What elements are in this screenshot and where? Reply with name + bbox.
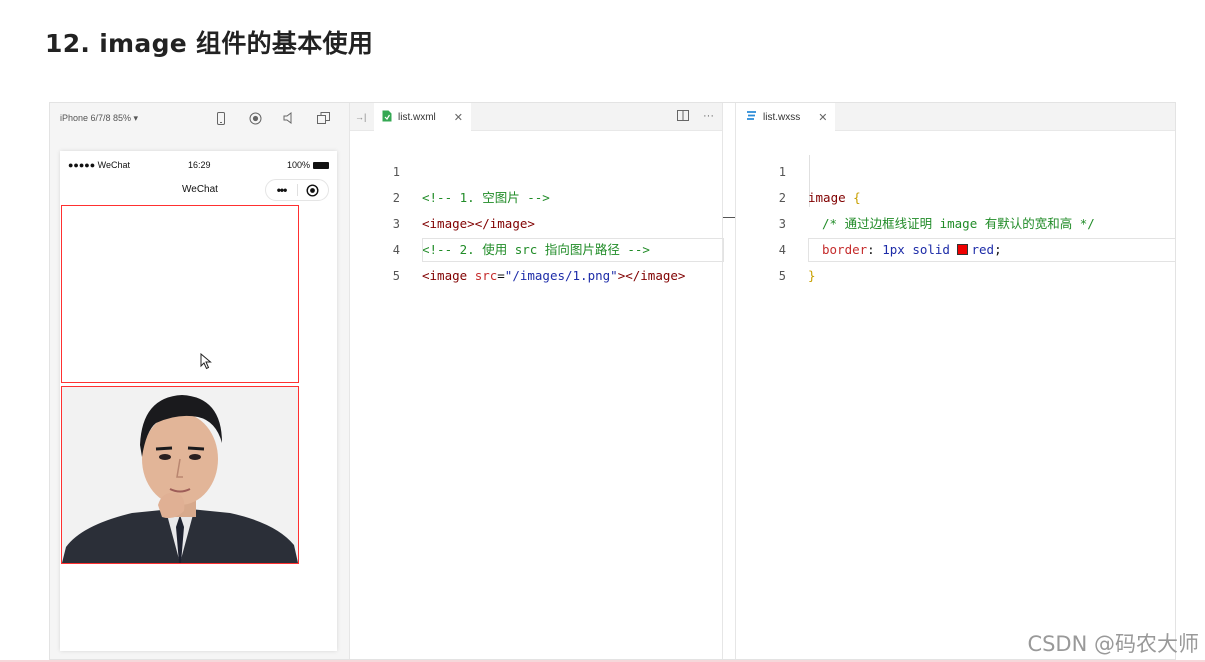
code-string: "/images/1.png" bbox=[504, 268, 618, 283]
wxml-editor: →| list.wxml ✕ ··· 1 <!-- 1. 空图片 --> 2 <… bbox=[350, 103, 724, 659]
menu-capsule: ••• bbox=[265, 179, 329, 201]
code-line[interactable]: 5 bbox=[736, 237, 1175, 283]
wxss-tab-bar: list.wxss ✕ bbox=[736, 103, 1175, 131]
phone-icon[interactable] bbox=[214, 111, 228, 125]
close-tab-icon[interactable]: ✕ bbox=[454, 111, 463, 124]
wxml-file-icon bbox=[382, 110, 392, 125]
code-tag: <image bbox=[422, 268, 475, 283]
slide-title: 12. image 组件的基本使用 bbox=[45, 29, 374, 58]
code-line: 4 <image src="/images/1.png"></image> bbox=[350, 211, 722, 283]
line-number: 5 bbox=[392, 269, 400, 283]
battery-indicator: 100% bbox=[287, 160, 329, 170]
simulator-toolbar: iPhone 6/7/8 85% ▾ bbox=[50, 103, 350, 133]
close-tab-icon[interactable]: ✕ bbox=[818, 111, 827, 124]
carrier-label: ●●●●● WeChat bbox=[68, 160, 131, 170]
nav-title: WeChat bbox=[182, 184, 218, 195]
code-line[interactable]: 5 bbox=[350, 237, 724, 283]
more-menu-button[interactable]: ••• bbox=[266, 183, 297, 197]
battery-icon bbox=[313, 161, 329, 169]
code-line: 1 image { bbox=[736, 133, 1175, 205]
collapse-sidebar-icon[interactable]: →| bbox=[355, 112, 366, 122]
current-line-highlight[interactable] bbox=[422, 238, 724, 262]
phone-screen: ●●●●● WeChat 16:29 100% WeChat ••• bbox=[60, 151, 337, 651]
code-line: 4 } bbox=[736, 211, 1175, 283]
tab-label: list.wxss bbox=[763, 111, 801, 123]
simulator-pane: iPhone 6/7/8 85% ▾ ●●●●● WeChat 16:29 10… bbox=[50, 103, 350, 659]
code-tag: ></image> bbox=[617, 268, 686, 283]
wxss-code: 1 image { 2 /* 通过边框线证明 image 有默认的宽和高 */ … bbox=[736, 133, 1175, 283]
tab-list-wxss[interactable]: list.wxss ✕ bbox=[736, 103, 836, 131]
wxss-editor: list.wxss ✕ 1 image { 2 /* 通过边框线证明 image… bbox=[735, 103, 1175, 659]
code-line: 1 <!-- 1. 空图片 --> bbox=[350, 133, 722, 205]
current-line-highlight[interactable] bbox=[808, 238, 1175, 262]
detach-window-icon[interactable] bbox=[316, 111, 330, 125]
code-line: 3 <!-- 2. 使用 src 指向图片路径 --> bbox=[350, 185, 722, 257]
split-editor-icon[interactable] bbox=[677, 110, 689, 124]
code-attribute: src bbox=[474, 268, 498, 283]
record-icon[interactable] bbox=[248, 111, 262, 125]
navigation-bar: WeChat ••• bbox=[60, 175, 337, 203]
close-miniprogram-button[interactable] bbox=[298, 183, 328, 197]
speaker-icon[interactable] bbox=[282, 111, 296, 125]
wxss-file-icon bbox=[746, 110, 757, 124]
css-brace: } bbox=[808, 268, 816, 283]
wxml-tab-bar: →| list.wxml ✕ ··· bbox=[350, 103, 722, 131]
device-selector[interactable]: iPhone 6/7/8 85% ▾ bbox=[60, 113, 138, 124]
code-line: 3 border: 1px solid red; bbox=[736, 185, 1175, 257]
code-equals: = bbox=[497, 268, 505, 283]
watermark: CSDN @码农大师 bbox=[1027, 632, 1199, 656]
portrait-photo bbox=[62, 387, 298, 563]
code-line: 2 /* 通过边框线证明 image 有默认的宽和高 */ bbox=[736, 159, 1175, 231]
tab-list-wxml[interactable]: list.wxml ✕ bbox=[374, 103, 471, 131]
battery-percent: 100% bbox=[286, 160, 310, 170]
ide-window: iPhone 6/7/8 85% ▾ ●●●●● WeChat 16:29 10… bbox=[49, 102, 1176, 660]
portrait-image-element bbox=[61, 386, 299, 564]
status-bar: ●●●●● WeChat 16:29 100% bbox=[60, 151, 337, 175]
line-number: 5 bbox=[778, 269, 786, 283]
pane-splitter[interactable] bbox=[723, 217, 735, 218]
tab-label: list.wxml bbox=[398, 111, 436, 123]
editor-actions: ··· bbox=[677, 110, 714, 124]
mouse-cursor-icon bbox=[200, 352, 212, 375]
code-line: 2 <image></image> bbox=[350, 159, 722, 231]
empty-image-element bbox=[61, 205, 299, 383]
wxml-code: 1 <!-- 1. 空图片 --> 2 <image></image> 3 <!… bbox=[350, 133, 724, 283]
status-time: 16:29 bbox=[188, 160, 211, 170]
more-actions-icon[interactable]: ··· bbox=[703, 110, 714, 124]
